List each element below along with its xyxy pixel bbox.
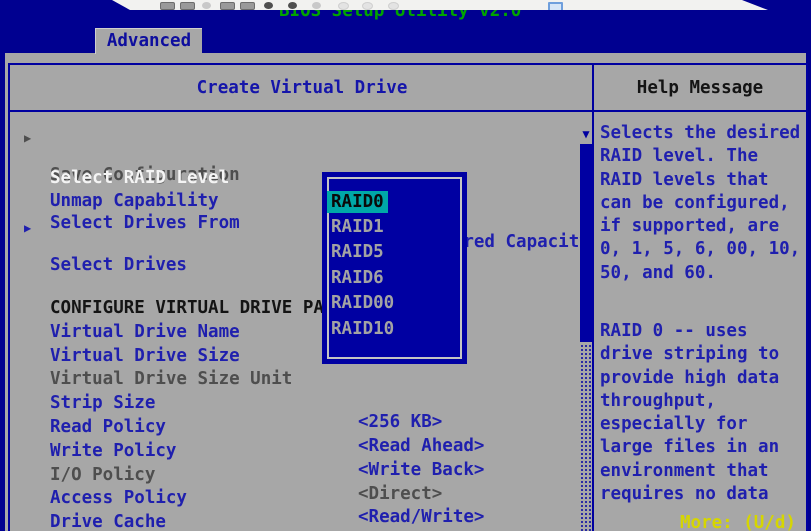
tab-advanced[interactable]: Advanced xyxy=(95,28,202,54)
bios-screen: BIOS Setup Utility v2.0 Advanced Create … xyxy=(0,0,811,531)
toolbar-button-icon[interactable] xyxy=(288,2,297,9)
toolbar-button-icon[interactable] xyxy=(160,2,175,10)
menu-item-unmap-capability[interactable]: Unmap Capability xyxy=(10,173,586,192)
create-virtual-drive-panel: Create Virtual Drive ▶ Save Configuratio… xyxy=(8,63,596,531)
raid-level-dropdown: RAID0 RAID1 RAID5 RAID6 RAID00 RAID10 xyxy=(322,172,467,364)
menu-item-select-drives[interactable]: ▶ Select Drives xyxy=(10,218,586,237)
menu-item-virtual-drive-size-unit[interactable]: Virtual Drive Size Unit xyxy=(10,351,586,370)
dropdown-option-raid10[interactable]: RAID10 xyxy=(331,317,459,343)
scrollbar[interactable]: ▼ ▲ xyxy=(579,112,593,531)
menu-item-save-configuration[interactable]: ▶ Save Configuration xyxy=(10,128,586,147)
toolbar-button-icon[interactable] xyxy=(338,2,349,10)
dropdown-option-raid0[interactable]: RAID0 xyxy=(322,189,467,215)
toolbar-button-icon[interactable] xyxy=(202,2,211,9)
help-text: Selects the desired RAID level. The RAID… xyxy=(600,122,800,285)
help-panel-title: Help Message xyxy=(594,65,806,112)
toolbar-button-icon[interactable] xyxy=(180,2,195,10)
console-toolbar[interactable] xyxy=(112,0,768,10)
help-more-indicator: More: (U/d) xyxy=(680,514,796,531)
scroll-down-icon[interactable]: ▼ xyxy=(579,128,593,140)
menu-item-access-policy[interactable]: Access Policy <Read/Write> xyxy=(10,470,586,489)
toolbar-button-icon[interactable] xyxy=(312,2,321,9)
help-panel: Help Message Selects the desired RAID le… xyxy=(592,63,808,531)
scrollbar-thumb[interactable] xyxy=(580,144,592,342)
menu-item-select-drives-from[interactable]: Select Drives From <Unconfigured Capacit… xyxy=(10,195,586,214)
toolbar-button-icon[interactable] xyxy=(220,2,235,10)
menu-item-drive-cache[interactable]: Drive Cache <Unchanged> xyxy=(10,494,586,513)
dropdown-option-raid6[interactable]: RAID6 xyxy=(331,266,459,292)
menu-item-disable-background[interactable]: Disable Background <No> xyxy=(10,518,586,531)
menu-item-select-raid-level[interactable]: Select RAID Level <RAID0> xyxy=(10,150,586,169)
submenu-arrow-icon: ▶ xyxy=(24,129,31,148)
panel-title: Create Virtual Drive xyxy=(10,65,594,112)
dropdown-option-raid1[interactable]: RAID1 xyxy=(331,215,459,241)
toolbar-button-icon[interactable] xyxy=(240,2,255,10)
menu-item-io-policy[interactable]: I/O Policy <Direct> xyxy=(10,447,586,466)
menu-item-write-policy[interactable]: Write Policy <Write Back> xyxy=(10,423,586,442)
toolbar-button-icon[interactable] xyxy=(264,2,273,9)
toolbar-selection-icon[interactable] xyxy=(548,2,563,14)
toolbar-button-icon[interactable] xyxy=(388,2,399,10)
dropdown-option-raid5[interactable]: RAID5 xyxy=(331,240,459,266)
menu-item-strip-size[interactable]: Strip Size <256 KB> xyxy=(10,375,586,394)
section-header-configure-parameters: CONFIGURE VIRTUAL DRIVE PARAMETERS: xyxy=(10,280,586,299)
help-text: RAID 0 -- uses drive striping to provide… xyxy=(600,320,779,506)
menu-item-virtual-drive-name[interactable]: Virtual Drive Name xyxy=(10,304,586,323)
menu-item-read-policy[interactable]: Read Policy <Read Ahead> xyxy=(10,399,586,418)
dropdown-option-raid00[interactable]: RAID00 xyxy=(331,291,459,317)
menu-item-virtual-drive-size[interactable]: Virtual Drive Size xyxy=(10,328,586,347)
toolbar-button-icon[interactable] xyxy=(362,2,373,10)
submenu-arrow-icon: ▶ xyxy=(24,219,31,238)
scrollbar-track[interactable] xyxy=(580,344,592,531)
